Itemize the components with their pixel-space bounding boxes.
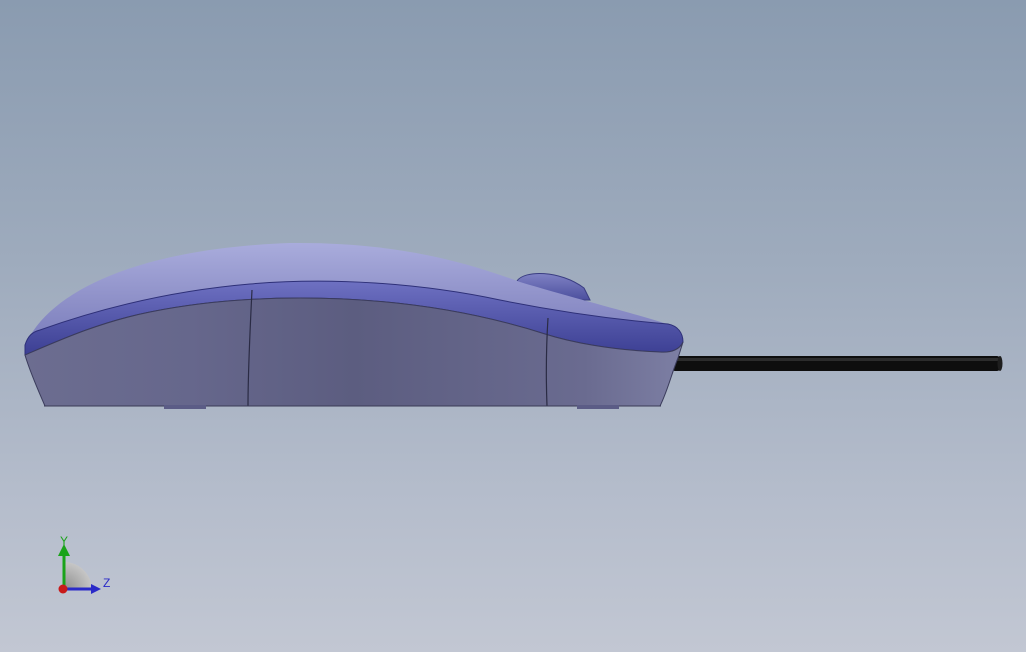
triad-z-label: Z [103, 576, 110, 590]
coordinate-triad: Y Z [58, 534, 110, 594]
foot-pad-rear [577, 405, 619, 409]
mouse-cable [672, 356, 1003, 371]
x-axis-dot-icon [58, 584, 68, 594]
triad-arc [64, 562, 92, 590]
foot-pad-front [164, 405, 206, 409]
graphics-viewport[interactable]: Y Z [0, 0, 1026, 652]
mouse-model-view[interactable]: Y Z [0, 0, 1026, 652]
triad-y-label: Y [60, 534, 68, 548]
z-axis-arrow-icon [91, 584, 101, 594]
